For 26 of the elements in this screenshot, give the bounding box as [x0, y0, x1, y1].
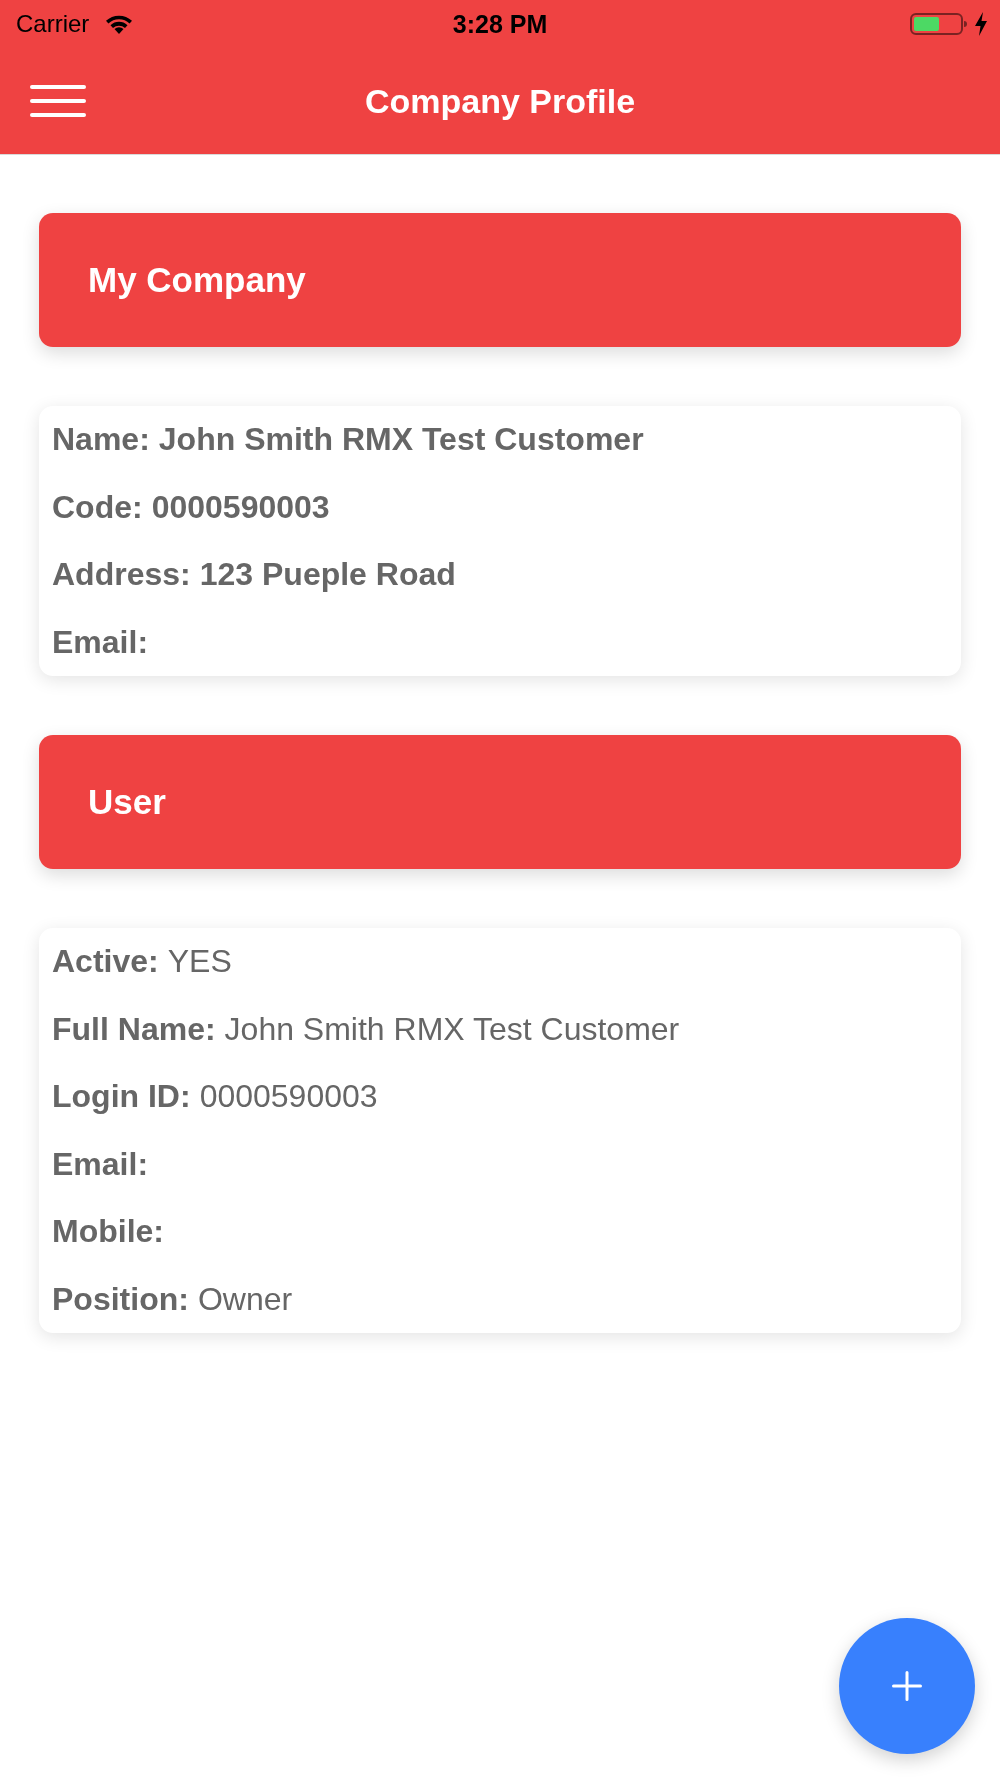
clock-time: 3:28 PM [452, 9, 548, 39]
field-label: Position: [52, 1280, 189, 1318]
field-label: Name: [52, 421, 150, 459]
field-value: 0000590003 [199, 1078, 378, 1116]
field-label: Login ID: [52, 1078, 191, 1116]
charging-bolt-icon [974, 12, 988, 36]
field-label: Mobile: [52, 1213, 164, 1251]
field-label: Address: [52, 556, 191, 594]
plus-icon [892, 1671, 922, 1701]
field-label: Email: [52, 1145, 149, 1183]
field-label: Full Name: [52, 1010, 216, 1048]
field-value: John Smith RMX Test Customer [158, 421, 644, 459]
field-label: Active: [52, 943, 159, 981]
battery-icon [910, 13, 968, 35]
field-value: 0000590003 [151, 488, 330, 526]
field-value: YES [167, 943, 232, 981]
carrier-name: Carrier [16, 10, 90, 38]
section-header: My Company [39, 213, 961, 347]
menu-icon[interactable] [30, 85, 86, 117]
field-label: Email: [52, 623, 149, 661]
field-value: Owner [197, 1280, 293, 1318]
field-label: Code: [52, 488, 143, 526]
field-value: 123 Pueple Road [199, 556, 456, 594]
section-header: User [39, 735, 961, 869]
field-value: John Smith RMX Test Customer [224, 1010, 680, 1048]
page-title: Company Profile [364, 81, 636, 121]
